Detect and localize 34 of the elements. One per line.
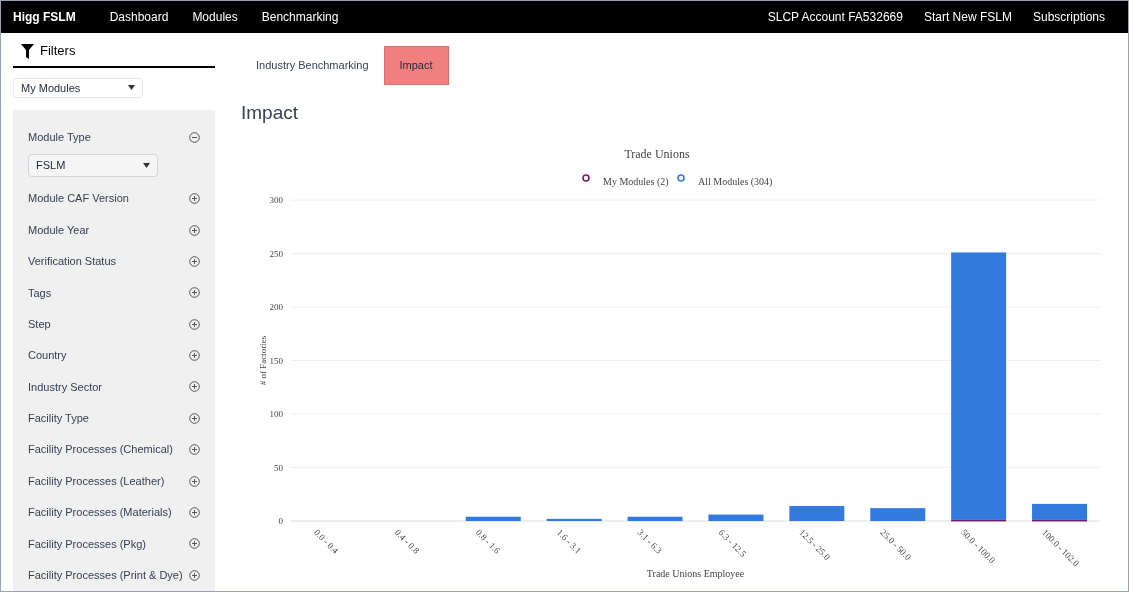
filter-label: Step	[28, 316, 51, 332]
filter-label: Module CAF Version	[28, 191, 129, 207]
page-heading: Impact	[241, 101, 300, 125]
filter-label: Module Type	[28, 129, 91, 145]
axis-tick-label: 150	[269, 355, 283, 365]
filters-title: Filters	[40, 42, 76, 61]
axis-tick-label: 6.3 - 12.5	[716, 526, 748, 559]
filter-label: Facility Processes (Chemical)	[28, 442, 173, 458]
filter-label: Verification Status	[28, 254, 117, 270]
filter-label: Country	[28, 348, 67, 364]
axis-title: Trade Unions Employee	[646, 567, 745, 579]
axis-tick-label: 0.8 - 1.6	[473, 526, 503, 556]
filter-label: Tags	[28, 285, 52, 301]
filter-label: Facility Type	[28, 411, 89, 427]
axis-tick-label: 100	[269, 408, 283, 419]
filter-label: Facility Processes (Print & Dye)	[28, 568, 183, 584]
filter-label: Facility Processes (Leather)	[28, 473, 165, 489]
axis-tick-label: 300	[269, 194, 283, 205]
axis-tick-label: 25.0 - 50.0	[878, 526, 913, 562]
axis-tick-label: 12.5 - 25.0	[797, 526, 833, 562]
axis-tick-label: 50	[274, 462, 283, 472]
axis-tick-label: 3.1 - 6.3	[635, 526, 664, 556]
axis-tick-label: 0	[278, 515, 283, 526]
filter-label: Industry Sector	[28, 379, 102, 395]
axis-title: # of Factories	[258, 335, 268, 385]
axis-tick-label: 250	[269, 248, 283, 258]
filter-label: Facility Processes (Pkg)	[28, 536, 146, 552]
chart-title: Trade Unions	[624, 146, 690, 161]
filter-label: Module Year	[28, 222, 90, 238]
axis-tick-label: 200	[269, 301, 283, 312]
axis-tick-label: 0.4 - 0.8	[392, 526, 422, 556]
axis-tick-label: 1.6 - 3.1	[554, 526, 583, 556]
filter-label: Facility Processes (Materials)	[28, 505, 172, 521]
axis-tick-label: 0.0 - 0.4	[312, 526, 341, 556]
